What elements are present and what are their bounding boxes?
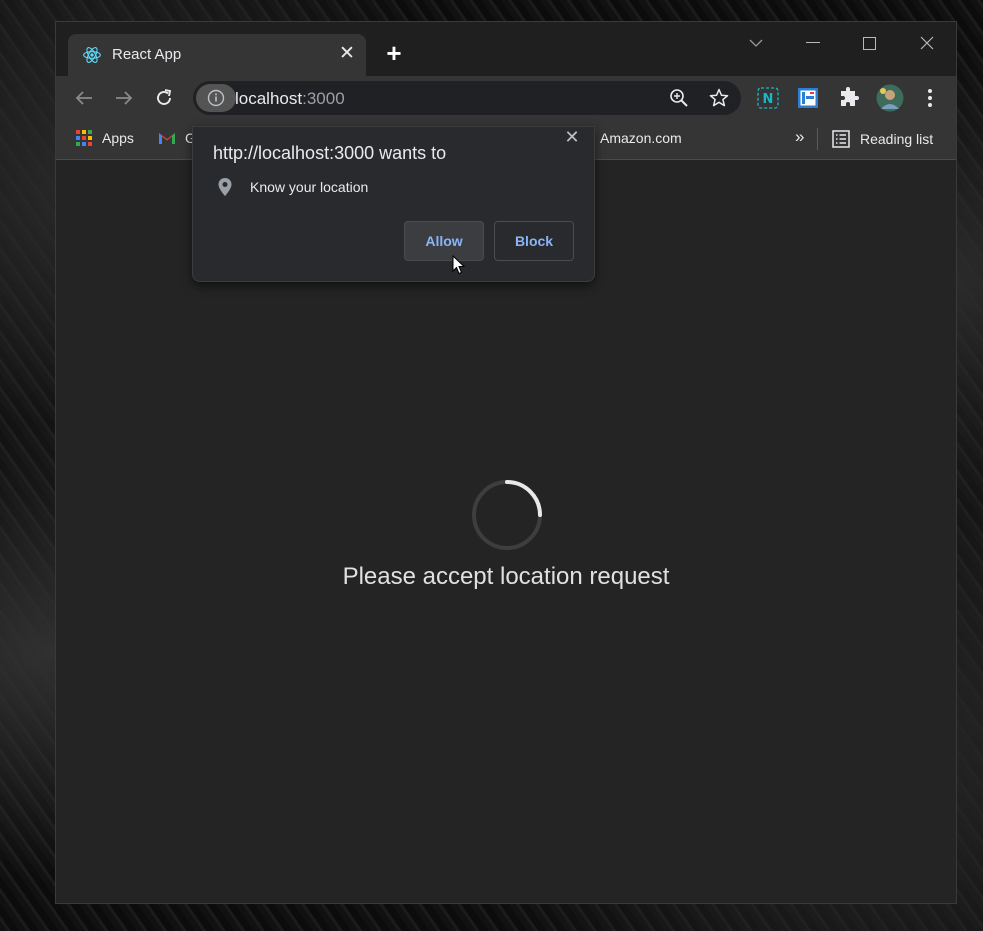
bookmark-amazon[interactable]: Amazon.com bbox=[600, 130, 682, 146]
allow-button[interactable]: Allow bbox=[404, 221, 484, 261]
url-port: :3000 bbox=[302, 89, 345, 108]
forward-button[interactable] bbox=[112, 86, 136, 110]
react-logo-icon bbox=[83, 47, 101, 63]
new-tab-button[interactable]: + bbox=[382, 40, 406, 66]
location-permission-dialog: http://localhost:3000 wants to ✕ Know yo… bbox=[192, 126, 595, 282]
back-button[interactable] bbox=[72, 86, 96, 110]
tab-search-button[interactable] bbox=[736, 30, 776, 56]
url-host: localhost bbox=[235, 89, 303, 108]
site-info-button[interactable] bbox=[196, 84, 236, 112]
reading-list-icon bbox=[832, 130, 850, 148]
url-text[interactable]: localhost:3000 bbox=[235, 89, 345, 109]
location-request-message: Please accept location request bbox=[342, 563, 670, 590]
bookmarks-overflow-button[interactable]: » bbox=[795, 127, 804, 147]
permission-dialog-close-button[interactable]: ✕ bbox=[562, 127, 582, 147]
permission-location-label: Know your location bbox=[250, 179, 369, 195]
arrow-right-icon bbox=[116, 91, 133, 105]
tab-strip: React App ✕ + bbox=[56, 22, 956, 76]
chevron-down-icon bbox=[749, 39, 763, 47]
extensions-puzzle-icon[interactable] bbox=[837, 86, 861, 110]
close-icon bbox=[920, 36, 934, 50]
close-window-button[interactable] bbox=[907, 30, 947, 56]
profile-avatar-icon[interactable] bbox=[876, 84, 904, 112]
info-icon bbox=[207, 89, 225, 107]
menu-kebab-icon[interactable] bbox=[918, 86, 942, 110]
svg-text:N: N bbox=[763, 92, 774, 107]
bookmark-apps[interactable]: Apps bbox=[76, 130, 134, 146]
tab-title: React App bbox=[112, 46, 182, 63]
tab-close-button[interactable]: ✕ bbox=[336, 43, 358, 65]
extension-calendar-icon[interactable] bbox=[796, 86, 820, 110]
loading-spinner bbox=[472, 480, 542, 550]
bookmark-apps-label: Apps bbox=[102, 130, 134, 146]
address-bar[interactable]: localhost:3000 bbox=[193, 81, 741, 115]
minimize-icon bbox=[806, 42, 820, 43]
zoom-icon[interactable] bbox=[669, 88, 689, 108]
permission-dialog-title: http://localhost:3000 wants to bbox=[213, 143, 447, 163]
star-icon[interactable] bbox=[709, 88, 729, 108]
browser-window: React App ✕ + localhost:3000 N Apps G Am… bbox=[55, 21, 957, 904]
minimize-button[interactable] bbox=[793, 30, 833, 56]
reload-button[interactable] bbox=[152, 86, 176, 110]
tab-react-app[interactable]: React App ✕ bbox=[68, 34, 366, 76]
gmail-icon bbox=[159, 133, 175, 144]
reading-list-label: Reading list bbox=[860, 131, 934, 147]
toolbar: localhost:3000 N bbox=[56, 76, 956, 120]
bookmarks-divider bbox=[817, 128, 818, 150]
apps-grid-icon bbox=[76, 130, 92, 146]
extension-n-icon[interactable]: N bbox=[756, 86, 780, 110]
mouse-cursor-icon bbox=[452, 255, 466, 275]
arrow-left-icon bbox=[75, 91, 92, 105]
reload-icon bbox=[157, 89, 172, 105]
bookmark-gmail[interactable]: G bbox=[158, 130, 196, 146]
reading-list-button[interactable]: Reading list bbox=[832, 130, 933, 148]
maximize-icon bbox=[862, 36, 876, 50]
location-pin-icon bbox=[218, 178, 232, 196]
block-button[interactable]: Block bbox=[494, 221, 574, 261]
maximize-button[interactable] bbox=[849, 30, 889, 56]
